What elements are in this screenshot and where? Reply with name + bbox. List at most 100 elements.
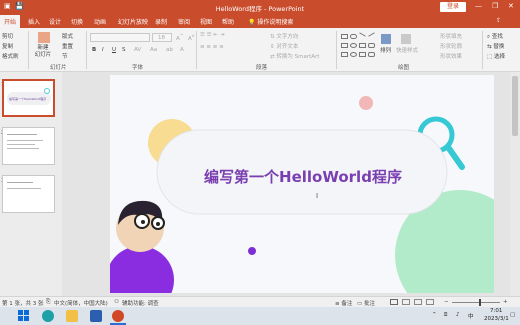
italic-button[interactable]: I xyxy=(102,47,104,53)
font-size-dropdown[interactable]: 18 xyxy=(152,33,172,42)
replace-button[interactable]: ⇆ 替换 xyxy=(487,42,504,50)
tab-insert[interactable]: 插入 xyxy=(28,17,40,26)
rectangle-shape-icon[interactable] xyxy=(359,52,366,57)
clock-time[interactable]: 7:01 xyxy=(490,308,502,314)
notes-button[interactable]: ≡ 备注 xyxy=(335,299,352,307)
format-painter-button[interactable]: 格式刷 xyxy=(2,52,19,60)
copy-button[interactable]: 复制 xyxy=(2,42,13,50)
tab-animations[interactable]: 动画 xyxy=(94,17,106,26)
quick-styles-button[interactable]: 快速样式 xyxy=(396,46,418,54)
edge-icon[interactable] xyxy=(42,310,54,322)
shape-effects-button[interactable]: 形状效果 xyxy=(440,52,462,60)
underline-button[interactable]: U xyxy=(112,47,116,53)
rectangle-shape-icon[interactable] xyxy=(341,52,348,57)
select-button[interactable]: ⬚ 选择 xyxy=(487,52,505,60)
new-slide-button[interactable]: 新建 幻灯片 xyxy=(32,45,54,59)
share-icon[interactable]: ⇪ xyxy=(496,17,501,24)
char-spacing-icon[interactable]: AV xyxy=(134,47,141,53)
strikethrough-button[interactable]: S xyxy=(122,47,126,53)
rectangle-shape-icon[interactable] xyxy=(359,43,366,48)
highlight-icon[interactable]: ab xyxy=(166,47,173,53)
tab-review[interactable]: 审阅 xyxy=(178,17,190,26)
reset-button[interactable]: 重置 xyxy=(62,42,73,50)
rectangle-shape-icon[interactable] xyxy=(341,43,348,48)
line-shape-icon[interactable] xyxy=(359,32,366,37)
tab-home[interactable]: 开始 xyxy=(0,15,21,28)
thumbnail-text-line xyxy=(7,134,37,135)
section-button[interactable]: 节 xyxy=(62,52,68,60)
slide-title[interactable]: 编写第一个HelloWorld程序 xyxy=(160,166,446,187)
shape-outline-button[interactable]: 形状轮廓 xyxy=(440,42,462,50)
accessibility-status[interactable]: 辅助功能: 调查 xyxy=(122,299,159,307)
cut-button[interactable]: 剪切 xyxy=(2,32,13,40)
line-shape-icon[interactable] xyxy=(368,32,375,37)
clock-date[interactable]: 2023/3/1 xyxy=(484,316,509,322)
tab-help[interactable]: 帮助 xyxy=(222,17,234,26)
arrange-button[interactable]: 排列 xyxy=(380,46,391,54)
slide-thumbnail-2[interactable] xyxy=(2,127,55,165)
zoom-in-button[interactable]: + xyxy=(503,299,508,305)
quick-styles-icon[interactable] xyxy=(401,34,411,44)
tab-record[interactable]: 录制 xyxy=(155,17,167,26)
powerpoint-icon[interactable] xyxy=(112,310,124,322)
normal-view-icon[interactable] xyxy=(390,299,398,305)
vertical-scrollbar[interactable] xyxy=(510,72,520,296)
slide-thumbnail-panel[interactable]: 1 编写第一个HelloWorld程序 2 3 xyxy=(0,72,62,296)
windows-start-icon[interactable] xyxy=(18,310,30,322)
slideshow-view-icon[interactable] xyxy=(426,299,434,305)
shrink-font-button[interactable]: Av xyxy=(188,34,194,42)
sorter-view-icon[interactable] xyxy=(402,299,410,305)
accessibility-icon[interactable]: ⚇ xyxy=(114,299,119,305)
rounded-rect-shape-icon[interactable] xyxy=(368,43,375,48)
volume-icon[interactable]: ♪ xyxy=(456,312,460,318)
align-icons[interactable]: ≡ ≡ ≡ ≡ xyxy=(200,44,224,50)
ime-indicator[interactable]: 中 xyxy=(468,312,474,320)
bold-button[interactable]: B xyxy=(92,47,96,53)
find-button[interactable]: ⌕ 查找 xyxy=(487,32,503,41)
oval-shape-icon[interactable] xyxy=(350,52,357,57)
new-slide-icon[interactable] xyxy=(38,32,50,43)
layout-button[interactable]: 版式 xyxy=(62,32,73,40)
notification-icon[interactable]: ▢ xyxy=(510,312,515,318)
zoom-slider-thumb[interactable] xyxy=(479,299,481,306)
slide-thumbnail-1[interactable]: 编写第一个HelloWorld程序 xyxy=(2,79,55,117)
change-case-icon[interactable]: Aa xyxy=(150,47,157,53)
shape-fill-button[interactable]: 形状填充 xyxy=(440,32,462,40)
reading-view-icon[interactable] xyxy=(414,299,422,305)
zoom-out-button[interactable]: − xyxy=(444,299,449,305)
minimize-button[interactable]: — xyxy=(475,2,482,10)
network-icon[interactable]: ⌸ xyxy=(444,312,447,319)
tray-chevron-icon[interactable]: ⌃ xyxy=(432,312,437,318)
close-button[interactable]: ✕ xyxy=(508,2,514,10)
tab-transitions[interactable]: 切换 xyxy=(71,17,83,26)
smartart-button[interactable]: ⇄ 转换为 SmartArt xyxy=(270,52,319,60)
oval-shape-icon[interactable] xyxy=(350,43,357,48)
restore-button[interactable]: ❐ xyxy=(492,2,498,10)
tell-me-search[interactable]: 💡 操作说明搜索 xyxy=(248,17,293,26)
file-explorer-icon[interactable] xyxy=(66,310,78,322)
arrange-icon[interactable] xyxy=(381,34,391,44)
tab-view[interactable]: 视图 xyxy=(200,17,212,26)
rounded-rect-shape-icon[interactable] xyxy=(368,52,375,57)
login-button[interactable]: 登录 xyxy=(440,2,466,12)
spellcheck-icon[interactable]: ⎘ xyxy=(46,299,50,306)
text-direction-button[interactable]: ⇅ 文字方向 xyxy=(270,32,298,40)
tab-design[interactable]: 设计 xyxy=(49,17,61,26)
slide-editor[interactable]: I 编写第一个HelloWorld程序 xyxy=(62,72,520,296)
font-name-dropdown[interactable] xyxy=(90,33,150,42)
language-indicator[interactable]: 中文(简体，中国大陆) xyxy=(54,299,108,307)
zoom-slider[interactable] xyxy=(452,302,500,303)
bullets-icon[interactable]: ☰ ☰ ⇤ ⇥ xyxy=(200,32,224,38)
word-icon[interactable] xyxy=(90,310,102,322)
title-bar: ▣ 💾 HelloWord程序 - PowerPoint 登录 — ❐ ✕ xyxy=(0,0,520,14)
font-color-icon[interactable]: A xyxy=(180,47,184,53)
align-text-button[interactable]: ⇕ 对齐文本 xyxy=(270,42,298,50)
scrollbar-thumb[interactable] xyxy=(512,76,518,136)
comments-button[interactable]: ▭ 批注 xyxy=(357,299,375,307)
current-slide[interactable]: I 编写第一个HelloWorld程序 xyxy=(110,75,494,293)
slide-thumbnail-3[interactable] xyxy=(2,175,55,213)
tab-slideshow[interactable]: 幻灯片放映 xyxy=(118,17,148,26)
oval-shape-icon[interactable] xyxy=(350,34,357,39)
grow-font-button[interactable]: A^ xyxy=(176,34,184,42)
rectangle-shape-icon[interactable] xyxy=(341,34,348,39)
